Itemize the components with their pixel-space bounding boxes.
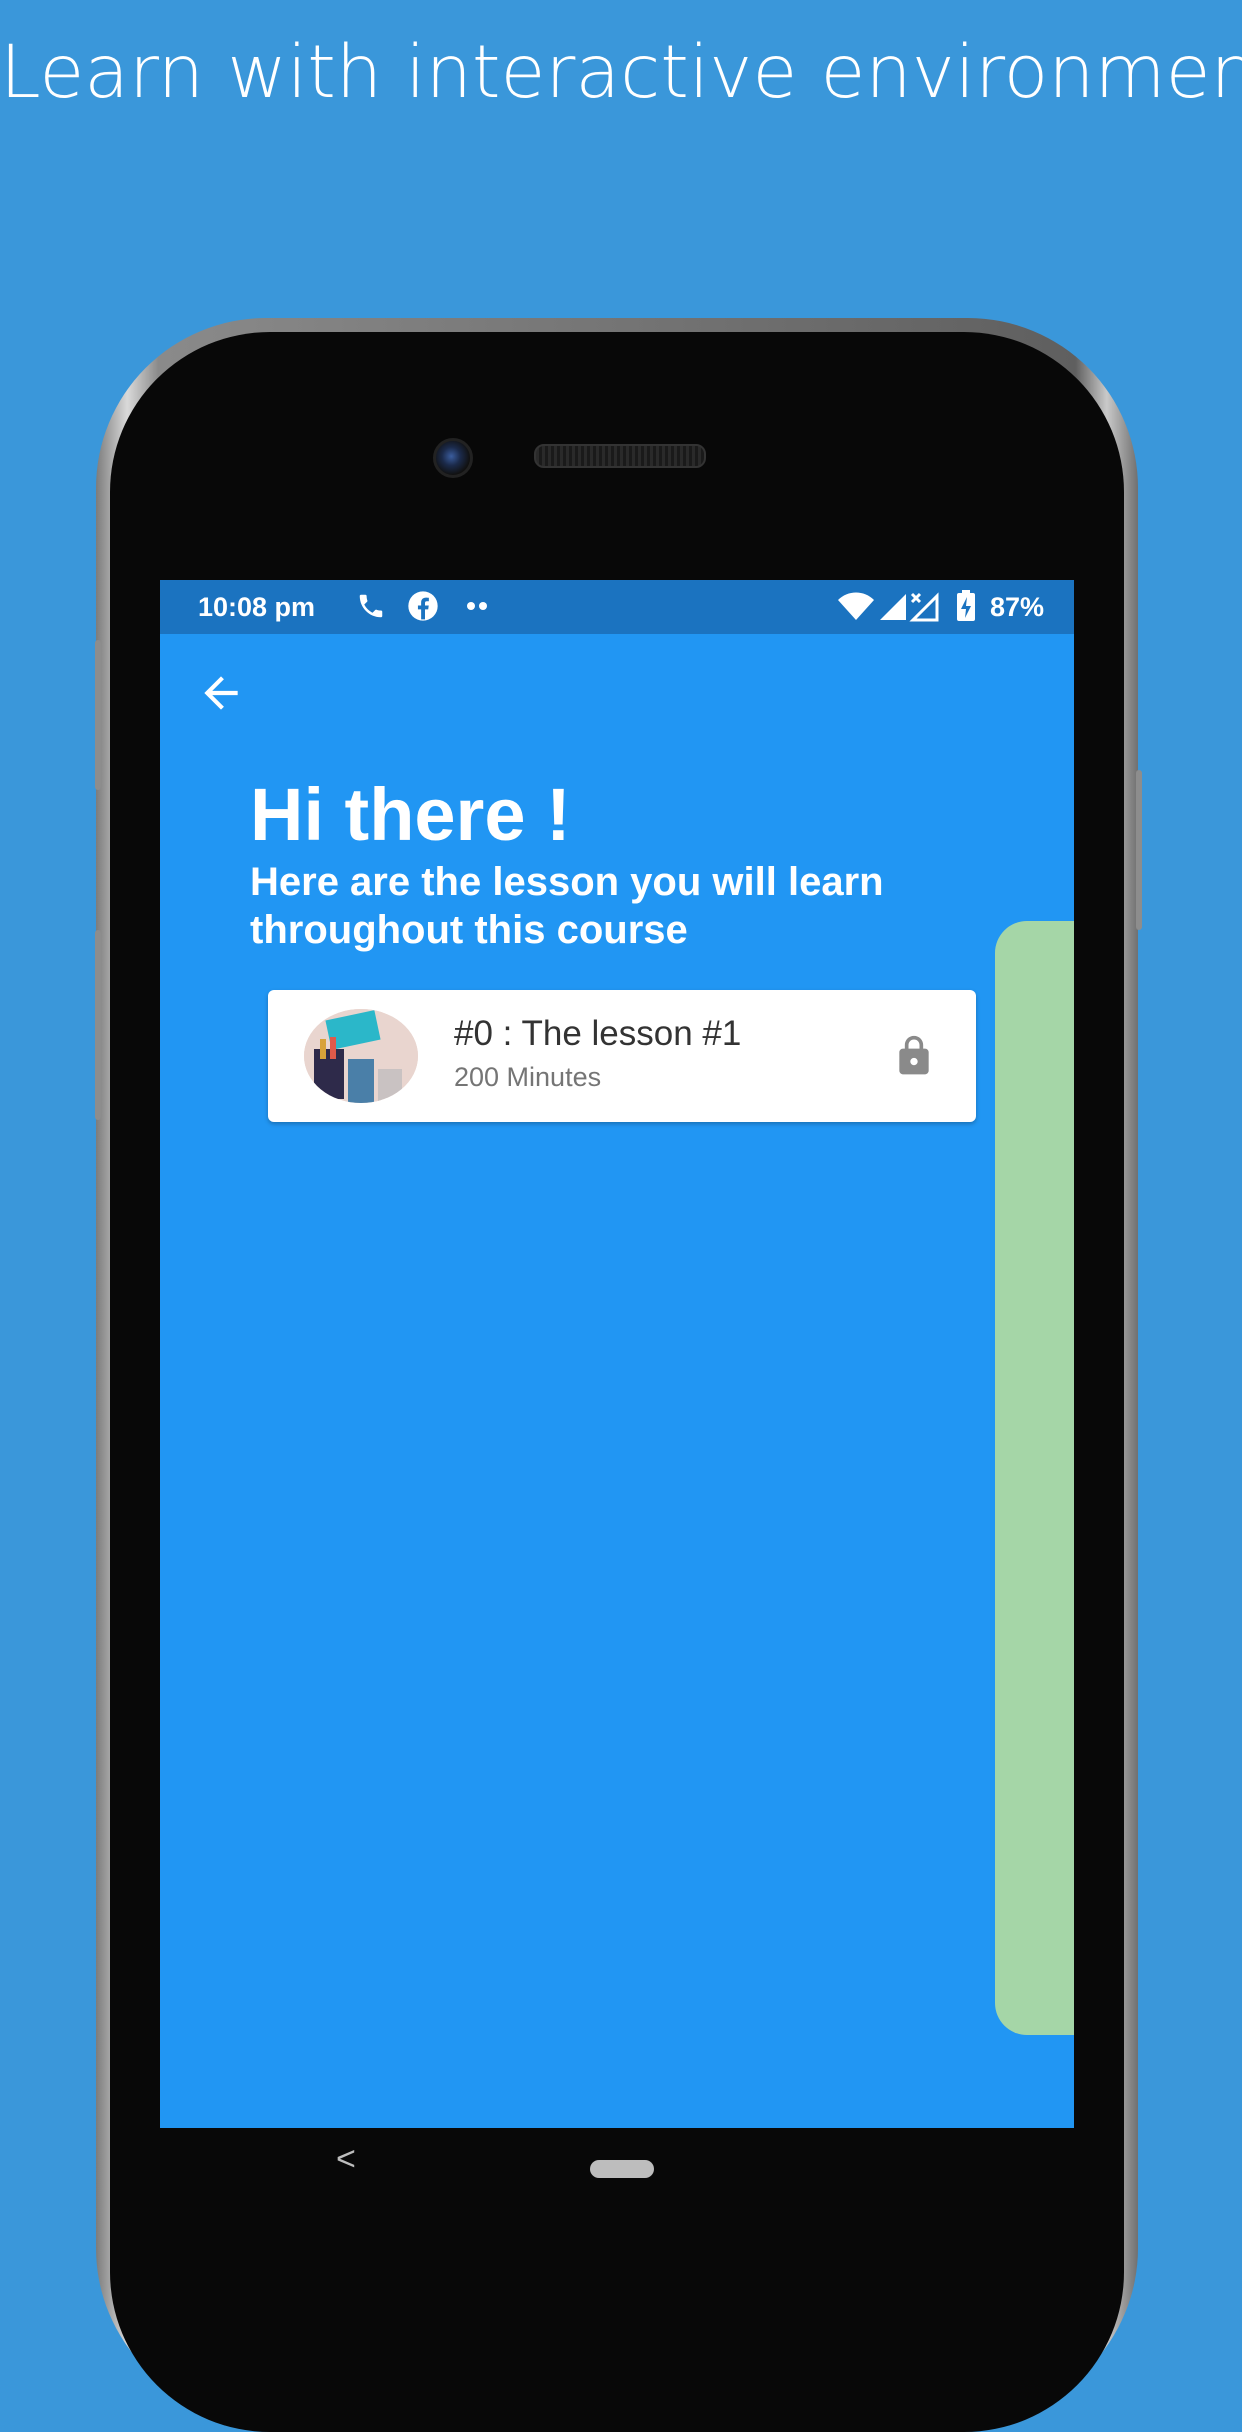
lesson-duration: 200 Minutes <box>454 1062 602 1092</box>
wifi-icon <box>838 592 874 629</box>
battery-charging-icon <box>956 590 976 629</box>
lesson-thumbnail <box>304 1009 418 1103</box>
phone-side-button <box>95 640 101 790</box>
no-signal-icon <box>908 592 940 629</box>
page-subtitle: Here are the lesson you will learn throu… <box>250 860 884 952</box>
nav-back-button[interactable]: < <box>336 2140 356 2179</box>
phone-side-button <box>95 930 101 1120</box>
phone-side-button <box>1136 770 1142 930</box>
more-dots-icon <box>464 594 490 625</box>
app-screen: 10:08 pm 87% Hi there ! Here are the les… <box>160 580 1074 2128</box>
system-nav-bar: < <box>160 2128 1074 2208</box>
promo-headline: Learn with interactive environment <box>0 30 1242 115</box>
back-button[interactable] <box>196 668 246 718</box>
front-camera <box>433 438 473 478</box>
lesson-title: #0 : The lesson #1 <box>454 1014 742 1053</box>
page-title: Hi there ! <box>250 773 571 856</box>
status-time: 10:08 pm <box>198 592 316 622</box>
next-page-card[interactable] <box>995 921 1074 2035</box>
earpiece-speaker <box>534 444 706 468</box>
battery-percent: 87% <box>989 592 1044 622</box>
lesson-card[interactable]: #0 : The lesson #1 200 Minutes <box>268 990 976 1122</box>
facebook-icon <box>407 590 439 629</box>
arrow-left-icon <box>204 676 238 710</box>
lock-icon <box>892 1034 936 1078</box>
phone-icon <box>356 590 386 629</box>
signal-icon <box>878 592 908 629</box>
status-bar: 10:08 pm 87% <box>160 580 1074 634</box>
home-pill-icon[interactable] <box>590 2160 654 2178</box>
